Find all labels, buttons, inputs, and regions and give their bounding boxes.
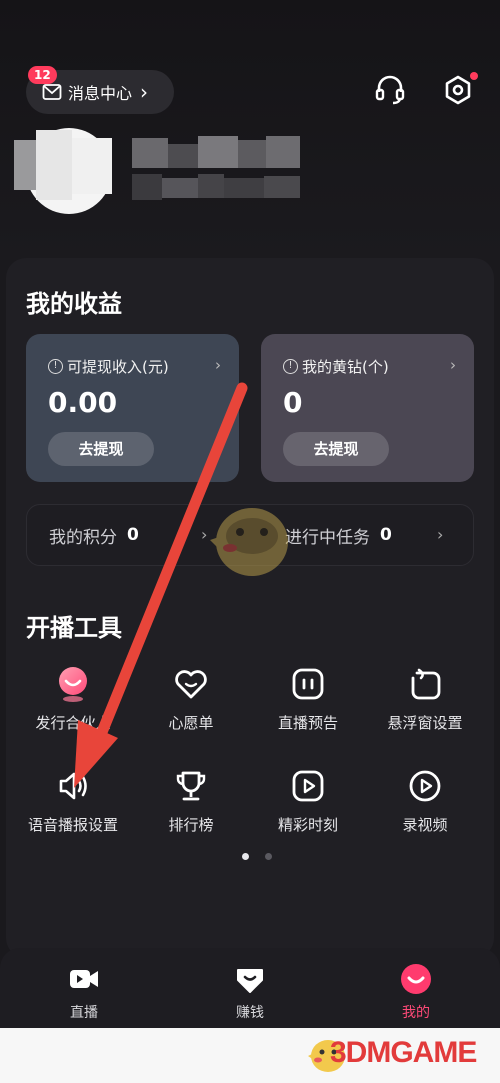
tool-leaderboard[interactable]: 排行榜 [136,766,246,846]
tool-label: 精彩时刻 [277,816,338,834]
chevron-right-icon: › [140,80,149,104]
tab-earn[interactable]: 赚钱 [210,962,290,1022]
tool-voice-broadcast[interactable]: 语音播报设置 [18,766,128,846]
page-dot [265,853,272,860]
headset-icon [375,75,405,105]
pixelated-username [14,130,304,210]
tool-label: 发行合伙人 [35,714,111,732]
tab-label: 我的 [402,1005,430,1021]
voice-broadcast-icon [59,772,87,800]
tool-live-preview[interactable]: 直播预告 [253,664,363,744]
tool-label: 直播预告 [277,714,338,732]
cash-income-label: 可提现收入(元) [67,358,169,376]
trophy-icon [176,771,206,801]
chevron-right-icon: › [450,356,456,374]
tab-mine[interactable]: 我的 [376,962,456,1022]
tool-label: 排行榜 [168,816,214,834]
tool-record-video[interactable]: 录视频 [370,766,480,846]
tab-label: 直播 [70,1005,98,1021]
tab-label: 赚钱 [236,1005,264,1021]
tool-wish-list[interactable]: 心愿单 [136,664,246,744]
earn-icon [237,969,263,993]
highlight-play-icon [292,770,324,802]
message-count-badge: 12 [28,66,57,84]
live-camera-icon [70,970,98,988]
settings-button[interactable] [440,72,478,108]
info-icon: ! [48,359,63,374]
chevron-right-icon: › [215,356,221,374]
profile-smile-icon [401,964,431,994]
tool-label: 录视频 [402,816,448,834]
tab-live[interactable]: 直播 [44,962,124,1022]
yellow-diamond-label: 我的黄钻(个) [302,358,389,376]
my-points-item[interactable]: 我的积分 0 [49,505,139,565]
page-dot-active [242,853,249,860]
message-center-label: 消息中心 [68,84,133,103]
mail-icon [42,84,62,100]
yellow-diamond-value: 0 [283,386,303,419]
live-preview-icon [292,668,324,700]
ongoing-tasks-item[interactable]: 进行中任务 0 [285,505,392,565]
customer-service-button[interactable] [372,72,408,108]
earnings-title: 我的收益 [26,290,122,318]
message-center-button[interactable]: 12 消息中心 › [26,66,174,114]
my-points-value: 0 [127,525,139,545]
tool-label: 心愿单 [168,714,214,732]
cash-income-label-row: ! 可提现收入(元) [48,356,169,377]
mascot-watermark-icon [210,508,288,576]
yellow-diamond-label-row: ! 我的黄钻(个) [283,356,389,377]
tool-partner[interactable]: 发行合伙人 [18,664,128,744]
page-indicator [242,853,272,860]
cash-income-value: 0.00 [48,386,118,419]
diamond-withdraw-button[interactable]: 去提现 [283,432,389,466]
watermark-text: 3DMGAME [330,1036,477,1069]
record-video-icon [409,770,441,802]
bottom-tab-bar: 直播 赚钱 我的 [0,948,500,1028]
cash-withdraw-button[interactable]: 去提现 [48,432,154,466]
notification-dot [470,72,478,80]
floating-window-icon [411,668,441,700]
tool-label: 悬浮窗设置 [387,714,463,732]
info-icon: ! [283,359,298,374]
tool-label: 语音播报设置 [27,816,118,834]
wish-list-icon [175,670,207,699]
partner-icon [59,667,87,702]
tool-highlights[interactable]: 精彩时刻 [253,766,363,846]
chevron-right-icon: › [437,525,444,544]
tools-title: 开播工具 [26,614,122,642]
my-points-label: 我的积分 [49,527,117,548]
cash-income-card[interactable]: ! 可提现收入(元) › 0.00 去提现 [26,334,239,482]
yellow-diamond-card[interactable]: ! 我的黄钻(个) › 0 去提现 [261,334,474,482]
tool-floating-window[interactable]: 悬浮窗设置 [370,664,480,744]
ongoing-tasks-value: 0 [380,525,392,545]
